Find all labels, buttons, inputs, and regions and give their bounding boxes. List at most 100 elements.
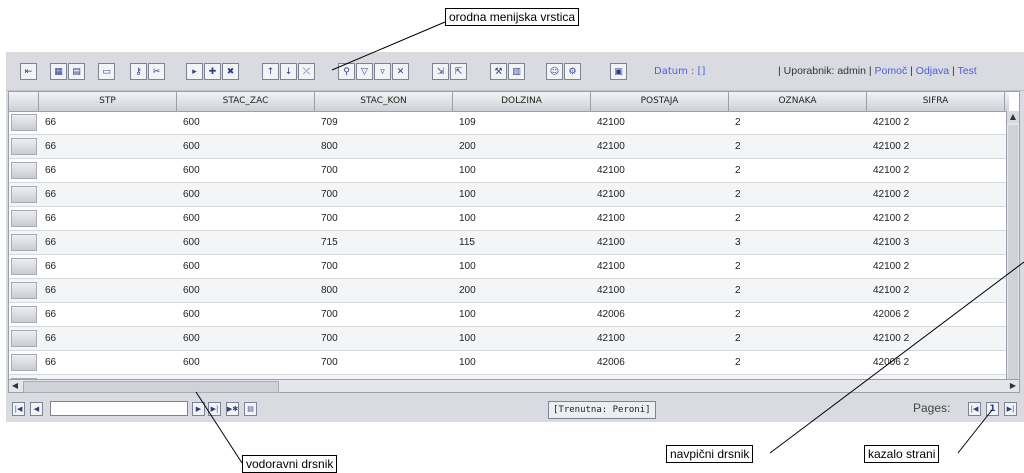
table-cell[interactable]: 66 (39, 183, 177, 206)
table-cell[interactable]: 700 (315, 207, 453, 230)
table-cell[interactable]: 600 (177, 303, 315, 326)
table-cell[interactable]: 42100 2 (867, 135, 1005, 158)
table-cell[interactable]: 600 (177, 135, 315, 158)
vertical-scrollbar[interactable]: ▲ ▼ (1006, 111, 1019, 392)
table-cell[interactable]: 42100 2 (867, 279, 1005, 302)
column-header[interactable]: SIFRA (867, 92, 1005, 111)
scroll-right-icon[interactable]: ▶ (1007, 380, 1019, 392)
settings-icon[interactable]: ⚙ (564, 63, 581, 80)
form-view-icon[interactable]: ▦ (50, 63, 67, 80)
table-cell[interactable]: 115 (453, 231, 591, 254)
table-row[interactable]: 66 600 700 100 42006 2 42006 2 (9, 303, 1009, 327)
table-cell[interactable]: 66 (39, 279, 177, 302)
column-header[interactable]: OZNAKA (729, 92, 867, 111)
new-row-icon[interactable]: ▶✱ (226, 402, 239, 416)
vertical-scroll-thumb[interactable] (1008, 125, 1018, 381)
scroll-up-icon[interactable]: ▲ (1007, 111, 1019, 123)
sort-asc-icon[interactable]: ↑ (262, 63, 279, 80)
table-cell[interactable]: 2 (729, 255, 867, 278)
table-cell[interactable]: 600 (177, 183, 315, 206)
table-row[interactable]: 6660070010042100242100 2 (9, 207, 1009, 231)
row-selector[interactable] (11, 114, 37, 131)
table-row[interactable]: 66 600 800 200 42100 2 42100 2 (9, 279, 1009, 303)
table-cell[interactable]: 600 (177, 255, 315, 278)
filter-icon[interactable]: ▽ (356, 63, 373, 80)
table-cell[interactable]: 3 (729, 231, 867, 254)
table-cell[interactable]: 66 (39, 351, 177, 374)
logout-link[interactable]: Odjava (916, 65, 949, 77)
table-cell[interactable]: 700 (315, 183, 453, 206)
key-icon[interactable]: ⚷ (130, 63, 147, 80)
table-cell[interactable]: 2 (729, 183, 867, 206)
next-page-icon[interactable]: ▶ (192, 402, 205, 416)
table-cell[interactable]: 2 (729, 159, 867, 182)
table-cell[interactable]: 109 (453, 111, 591, 134)
table-cell[interactable]: 42006 (591, 351, 729, 374)
save-icon[interactable]: ▣ (610, 63, 627, 80)
table-cell[interactable]: 42100 (591, 327, 729, 350)
table-row[interactable]: 6660070010042100242100 2 (9, 159, 1009, 183)
table-cell[interactable]: 600 (177, 159, 315, 182)
delete-record-icon[interactable]: ✖ (222, 63, 239, 80)
table-cell[interactable]: 800 (315, 279, 453, 302)
tool-icon[interactable]: ⚒ (490, 63, 507, 80)
table-cell[interactable]: 42100 (591, 111, 729, 134)
table-cell[interactable]: 42100 2 (867, 255, 1005, 278)
table-cell[interactable]: 42100 (591, 255, 729, 278)
pager-last-icon[interactable]: ▶| (1004, 402, 1017, 416)
table-cell[interactable]: 42006 (591, 303, 729, 326)
row-selector[interactable] (11, 306, 37, 323)
copy-row-icon[interactable]: ▤ (244, 402, 257, 416)
table-cell[interactable]: 66 (39, 231, 177, 254)
row-selector[interactable] (11, 162, 37, 179)
table-cell[interactable]: 42100 2 (867, 159, 1005, 182)
row-selector[interactable] (11, 138, 37, 155)
column-header[interactable]: STP (39, 92, 177, 111)
first-record-icon[interactable]: ⇤ (20, 63, 37, 80)
chart-icon[interactable]: ▥ (508, 63, 525, 80)
table-cell[interactable]: 100 (453, 303, 591, 326)
table-cell[interactable]: 100 (453, 327, 591, 350)
table-cell[interactable]: 700 (315, 327, 453, 350)
table-row[interactable]: 6660070010042100242100 2 (9, 183, 1009, 207)
table-cell[interactable]: 600 (177, 231, 315, 254)
table-cell[interactable]: 700 (315, 351, 453, 374)
column-header[interactable]: STAC_ZAC (177, 92, 315, 111)
table-cell[interactable]: 2 (729, 111, 867, 134)
row-selector[interactable] (11, 330, 37, 347)
row-selector[interactable] (11, 354, 37, 371)
table-view-icon[interactable]: ▤ (68, 63, 85, 80)
table-cell[interactable]: 66 (39, 135, 177, 158)
table-cell[interactable]: 42100 (591, 159, 729, 182)
table-cell[interactable]: 200 (453, 135, 591, 158)
table-row[interactable]: 66 600 709 109 42100 2 42100 2 (9, 111, 1009, 135)
table-row[interactable]: 66 600 715 115 42100 3 42100 3 (9, 231, 1009, 255)
record-input[interactable] (50, 401, 188, 416)
table-cell[interactable]: 600 (177, 351, 315, 374)
table-cell[interactable]: 42100 (591, 207, 729, 230)
table-cell[interactable]: 100 (453, 183, 591, 206)
table-cell[interactable]: 709 (315, 111, 453, 134)
binoculars-icon[interactable]: ⚲ (338, 63, 355, 80)
table-cell[interactable]: 100 (453, 159, 591, 182)
table-cell[interactable]: 42100 2 (867, 111, 1005, 134)
table-cell[interactable]: 2 (729, 135, 867, 158)
table-cell[interactable]: 66 (39, 255, 177, 278)
new-record-icon[interactable]: ✚ (204, 63, 221, 80)
row-selector[interactable] (11, 186, 37, 203)
help-link[interactable]: Pomoč (875, 65, 908, 77)
table-cell[interactable]: 2 (729, 303, 867, 326)
table-cell[interactable]: 42100 3 (867, 231, 1005, 254)
column-header[interactable]: STAC_KON (315, 92, 453, 111)
last-page-icon[interactable]: ▶| (208, 402, 221, 416)
table-cell[interactable]: 66 (39, 303, 177, 326)
table-cell[interactable]: 2 (729, 207, 867, 230)
row-selector[interactable] (11, 210, 37, 227)
table-cell[interactable]: 66 (39, 159, 177, 182)
column-header[interactable]: POSTAJA (591, 92, 729, 111)
filter-edit-icon[interactable]: ▿ (374, 63, 391, 80)
table-cell[interactable]: 2 (729, 351, 867, 374)
row-selector[interactable] (11, 258, 37, 275)
clear-sort-icon[interactable]: ⤫ (298, 63, 315, 80)
table-cell[interactable]: 42100 2 (867, 183, 1005, 206)
